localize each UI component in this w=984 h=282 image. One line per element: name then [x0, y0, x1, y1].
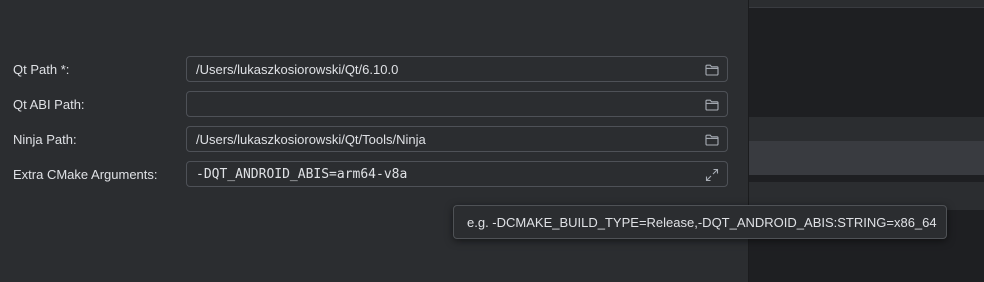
divider — [749, 7, 984, 8]
folder-icon — [705, 99, 719, 111]
tooltip-text: e.g. -DCMAKE_BUILD_TYPE=Release,-DQT_AND… — [467, 215, 937, 230]
qt-abi-path-field[interactable] — [186, 91, 728, 117]
expand-icon — [705, 168, 719, 182]
qt-path-label: Qt Path *: — [13, 62, 70, 77]
qt-path-row: Qt Path *: /Users/lukaszkosiorowski/Qt/6… — [0, 56, 748, 84]
folder-icon — [705, 134, 719, 146]
extra-cmake-field[interactable]: -DQT_ANDROID_ABIS=arm64-v8a — [186, 161, 728, 187]
qt-path-value[interactable]: /Users/lukaszkosiorowski/Qt/6.10.0 — [196, 62, 398, 77]
ninja-path-field[interactable]: /Users/lukaszkosiorowski/Qt/Tools/Ninja — [186, 126, 728, 152]
ninja-path-browse-button[interactable] — [703, 131, 721, 149]
background-panel — [749, 141, 984, 175]
background-panel — [749, 117, 984, 141]
extra-cmake-value[interactable]: -DQT_ANDROID_ABIS=arm64-v8a — [196, 167, 407, 182]
extra-cmake-label: Extra CMake Arguments: — [13, 167, 158, 182]
qt-path-browse-button[interactable] — [703, 61, 721, 79]
qt-abi-path-label: Qt ABI Path: — [13, 97, 85, 112]
ninja-path-row: Ninja Path: /Users/lukaszkosiorowski/Qt/… — [0, 126, 748, 154]
settings-panel: Qt Path *: /Users/lukaszkosiorowski/Qt/6… — [0, 0, 749, 282]
qt-path-field[interactable]: /Users/lukaszkosiorowski/Qt/6.10.0 — [186, 56, 728, 82]
folder-icon — [705, 64, 719, 76]
extra-cmake-expand-button[interactable] — [703, 166, 721, 184]
qt-abi-path-browse-button[interactable] — [703, 96, 721, 114]
extra-cmake-row: Extra CMake Arguments: -DQT_ANDROID_ABIS… — [0, 161, 748, 189]
extra-cmake-tooltip: e.g. -DCMAKE_BUILD_TYPE=Release,-DQT_AND… — [453, 205, 947, 239]
ninja-path-label: Ninja Path: — [13, 132, 77, 147]
ninja-path-value[interactable]: /Users/lukaszkosiorowski/Qt/Tools/Ninja — [196, 132, 426, 147]
qt-abi-path-row: Qt ABI Path: — [0, 91, 748, 119]
background-panel — [749, 0, 984, 7]
